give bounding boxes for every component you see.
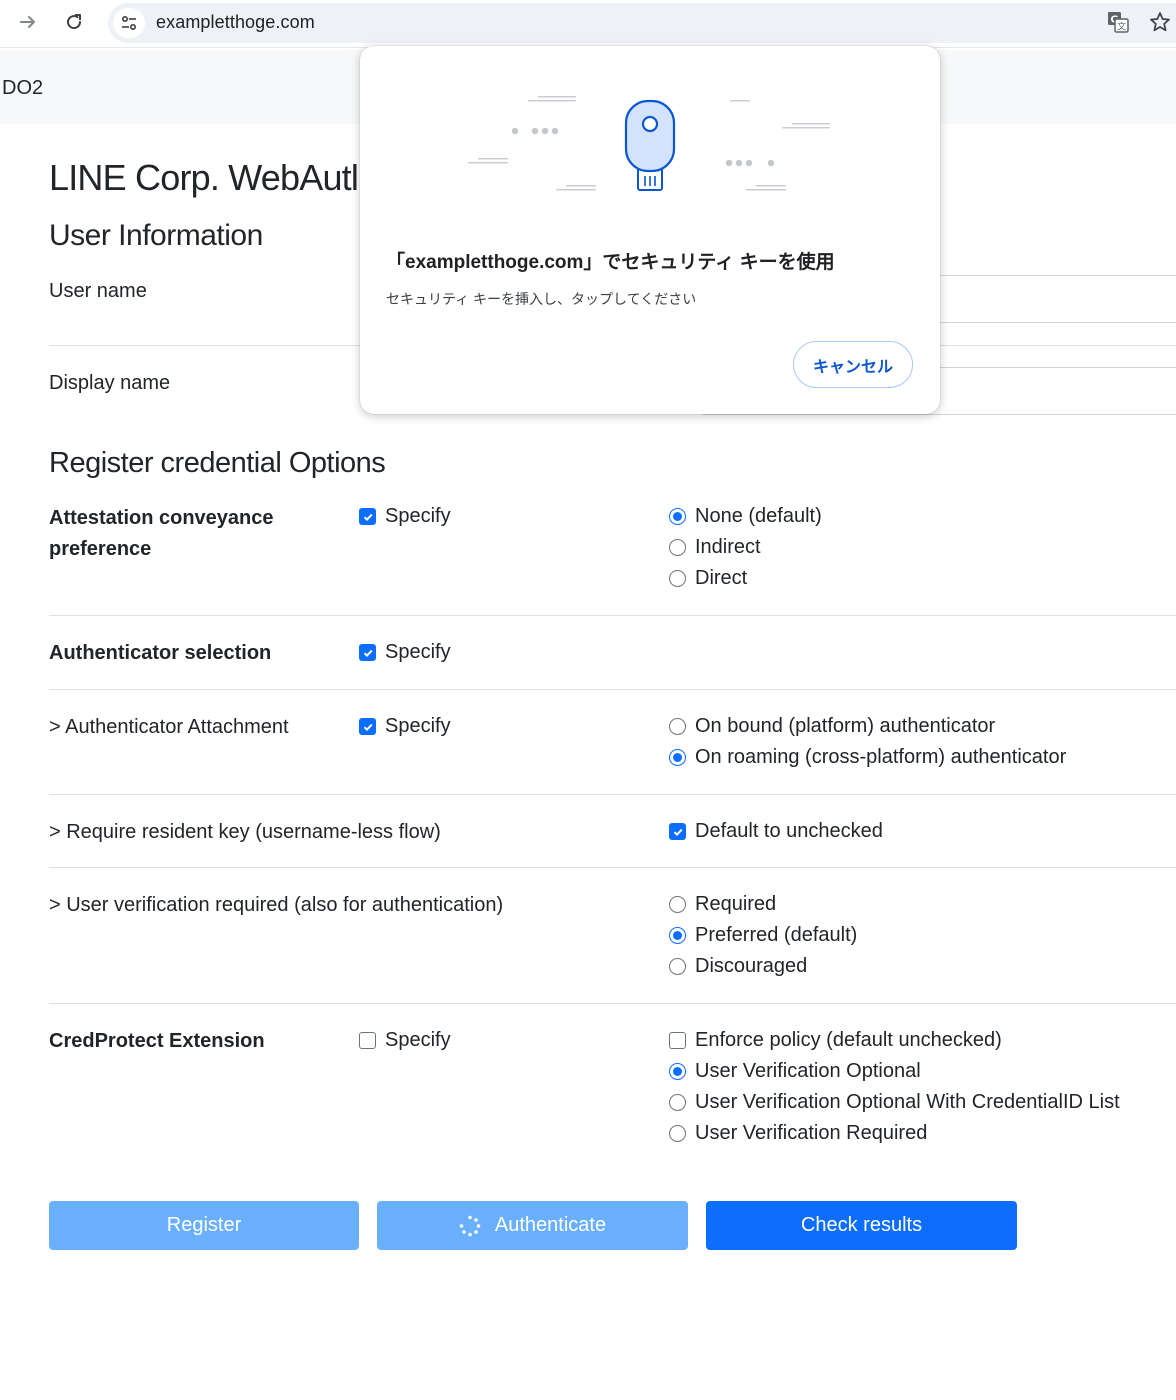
user-verification-label: > User verification required (also for a… [49, 894, 504, 916]
radio-icon[interactable] [669, 896, 686, 913]
radio-selected-icon[interactable] [669, 508, 686, 525]
checkbox-checked-icon[interactable] [359, 718, 376, 735]
attachment-radio-cross-platform[interactable]: On roaming (cross-platform) authenticato… [669, 746, 1066, 769]
radio-label: Discouraged [695, 955, 808, 977]
cred-protect-radio-uv-optional[interactable]: User Verification Optional [669, 1060, 921, 1083]
radio-label: Preferred (default) [695, 924, 858, 946]
display-name-label: Display name [49, 372, 171, 394]
address-bar[interactable]: exampletthoge.com G文 [108, 3, 1176, 43]
radio-label: Direct [695, 567, 748, 589]
forward-arrow-icon[interactable] [14, 8, 42, 36]
checkbox-checked-icon[interactable] [359, 644, 376, 661]
authenticator-selection-specify-checkbox[interactable]: Specify [359, 641, 451, 664]
navbar-brand[interactable]: DO2 [2, 77, 43, 100]
cred-protect-label: CredProtect Extension [49, 1030, 265, 1052]
cred-protect-radio-uv-optional-list[interactable]: User Verification Optional With Credenti… [669, 1091, 1120, 1114]
attestation-label-2: preference [49, 538, 152, 560]
attachment-specify-checkbox[interactable]: Specify [359, 715, 451, 738]
checkbox-label: Enforce policy (default unchecked) [695, 1029, 1002, 1051]
svg-text:文: 文 [1117, 21, 1126, 33]
radio-icon[interactable] [669, 1094, 686, 1111]
radio-label: Indirect [695, 536, 761, 558]
uv-radio-preferred[interactable]: Preferred (default) [669, 924, 857, 947]
checkbox-checked-icon[interactable] [359, 508, 376, 525]
specify-label: Specify [385, 715, 451, 737]
user-name-label: User name [49, 280, 147, 302]
security-key-illustration [468, 96, 830, 191]
radio-icon[interactable] [669, 539, 686, 556]
cred-protect-radio-uv-required[interactable]: User Verification Required [669, 1122, 927, 1145]
dialog-cancel-label: キャンセル [812, 358, 893, 376]
user-info-heading: User Information [49, 219, 263, 252]
radio-label: User Verification Required [695, 1122, 928, 1144]
check-results-button[interactable]: Check results [706, 1201, 1017, 1250]
divider [49, 1003, 1176, 1004]
register-button-label: Register [166, 1214, 242, 1236]
specify-label: Specify [385, 505, 451, 527]
radio-icon[interactable] [669, 1125, 686, 1142]
divider [49, 689, 1176, 690]
authenticate-button-label: Authenticate [494, 1214, 607, 1236]
site-settings-icon[interactable] [113, 8, 145, 38]
attestation-radio-indirect[interactable]: Indirect [669, 536, 761, 559]
radio-label: User Verification Optional With Credenti… [695, 1091, 1120, 1113]
radio-icon[interactable] [669, 958, 686, 975]
radio-label: On roaming (cross-platform) authenticato… [695, 746, 1067, 768]
radio-label: User Verification Optional [695, 1060, 921, 1082]
url-text[interactable]: exampletthoge.com [156, 12, 315, 33]
bookmark-star-icon[interactable] [1146, 8, 1174, 36]
dialog-title: 「exampletthoge.com」でセキュリティ キーを使用 [386, 252, 835, 273]
specify-label: Specify [385, 1029, 451, 1051]
authenticator-selection-label: Authenticator selection [49, 642, 272, 664]
security-key-dialog: 「exampletthoge.com」でセキュリティ キーを使用 セキュリティ … [360, 46, 940, 414]
specify-label: Specify [385, 641, 451, 663]
attestation-radio-direct[interactable]: Direct [669, 567, 747, 590]
radio-label: Required [695, 893, 777, 915]
radio-icon[interactable] [669, 570, 686, 587]
reload-icon[interactable] [60, 8, 88, 36]
divider [49, 615, 1176, 616]
divider [49, 794, 1176, 795]
authenticate-button[interactable]: Authenticate [377, 1201, 688, 1250]
options-heading: Register credential Options [49, 447, 386, 479]
dialog-subtitle: セキュリティ キーを挿入し、タップしてください [386, 291, 697, 307]
radio-label: None (default) [695, 505, 822, 527]
register-button[interactable]: Register [49, 1201, 359, 1250]
attachment-radio-platform[interactable]: On bound (platform) authenticator [669, 715, 995, 738]
attestation-label: Attestation conveyance [49, 507, 274, 529]
attestation-specify-checkbox[interactable]: Specify [359, 505, 451, 528]
spinner-icon [459, 1215, 481, 1237]
cred-protect-specify-checkbox[interactable]: Specify [359, 1029, 451, 1052]
attachment-label: > Authenticator Attachment [49, 716, 289, 738]
radio-selected-icon[interactable] [669, 927, 686, 944]
checkbox-checked-icon[interactable] [669, 823, 686, 840]
browser-toolbar: exampletthoge.com G文 [0, 0, 1176, 48]
checkbox-label: Default to unchecked [695, 820, 883, 842]
radio-selected-icon[interactable] [669, 749, 686, 766]
uv-radio-discouraged[interactable]: Discouraged [669, 955, 807, 978]
resident-key-checkbox[interactable]: Default to unchecked [669, 820, 883, 843]
resident-key-label: > Require resident key (username-less fl… [49, 821, 441, 843]
dialog-cancel-button[interactable]: キャンセル [793, 341, 913, 388]
radio-icon[interactable] [669, 718, 686, 735]
translate-icon[interactable]: G文 [1104, 8, 1132, 36]
page-title: LINE Corp. WebAutl [49, 157, 359, 198]
checkbox-icon[interactable] [669, 1032, 686, 1049]
radio-selected-icon[interactable] [669, 1063, 686, 1080]
checkbox-icon[interactable] [359, 1032, 376, 1049]
attestation-radio-none[interactable]: None (default) [669, 505, 822, 528]
radio-label: On bound (platform) authenticator [695, 715, 996, 737]
uv-radio-required[interactable]: Required [669, 893, 776, 916]
check-results-button-label: Check results [800, 1214, 923, 1236]
enforce-policy-checkbox[interactable]: Enforce policy (default unchecked) [669, 1029, 1002, 1052]
divider [49, 867, 1176, 868]
